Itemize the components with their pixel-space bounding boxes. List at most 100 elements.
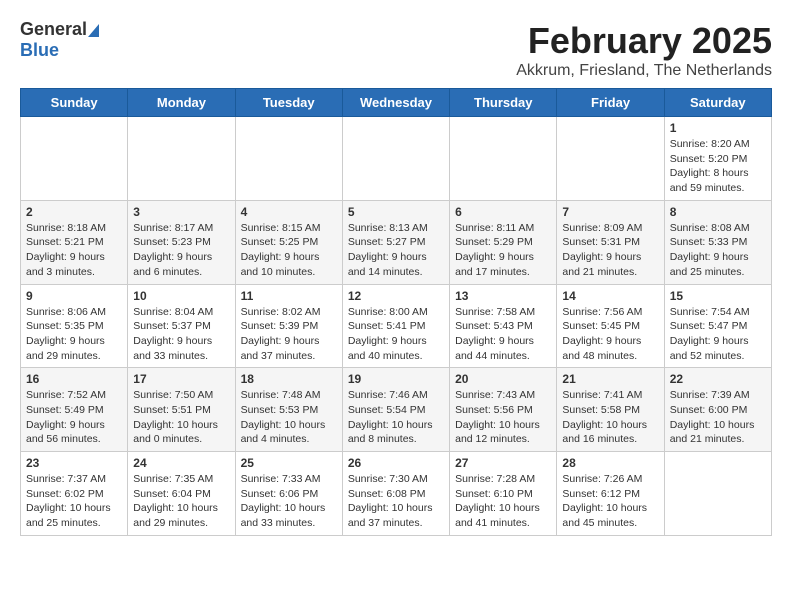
day-info: Sunrise: 7:41 AM Sunset: 5:58 PM Dayligh… bbox=[562, 388, 658, 447]
calendar-week-4: 16 Sunrise: 7:52 AM Sunset: 5:49 PM Dayli… bbox=[21, 368, 772, 452]
logo-text: General bbox=[20, 20, 99, 40]
calendar-cell: 1 Sunrise: 8:20 AM Sunset: 5:20 PM Daylig… bbox=[664, 117, 771, 201]
page-header: February 2025 Akkrum, Friesland, The Net… bbox=[20, 20, 772, 80]
day-number: 6 bbox=[455, 205, 551, 219]
calendar-cell: 25Sunrise: 7:33 AM Sunset: 6:06 PM Dayli… bbox=[235, 452, 342, 536]
day-number: 17 bbox=[133, 372, 229, 386]
logo: General Blue bbox=[20, 20, 99, 61]
day-number: 26 bbox=[348, 456, 444, 470]
calendar-cell bbox=[450, 117, 557, 201]
calendar-cell: 12 Sunrise: 8:00 AM Sunset: 5:41 PM Dayli… bbox=[342, 284, 449, 368]
day-number: 12 bbox=[348, 289, 444, 303]
day-info: Sunrise: 7:28 AM Sunset: 6:10 PM Dayligh… bbox=[455, 472, 551, 531]
day-number: 19 bbox=[348, 372, 444, 386]
day-number: 18 bbox=[241, 372, 337, 386]
day-number: 16 bbox=[26, 372, 122, 386]
day-number: 22 bbox=[670, 372, 766, 386]
day-info: Sunrise: 7:35 AM Sunset: 6:04 PM Dayligh… bbox=[133, 472, 229, 531]
calendar-cell: 13 Sunrise: 7:58 AM Sunset: 5:43 PM Dayli… bbox=[450, 284, 557, 368]
calendar-cell: 20Sunrise: 7:43 AM Sunset: 5:56 PM Dayli… bbox=[450, 368, 557, 452]
weekday-header-friday: Friday bbox=[557, 89, 664, 117]
calendar-cell bbox=[664, 452, 771, 536]
weekday-header-monday: Monday bbox=[128, 89, 235, 117]
calendar-cell: 21 Sunrise: 7:41 AM Sunset: 5:58 PM Dayli… bbox=[557, 368, 664, 452]
day-info: Sunrise: 7:39 AM Sunset: 6:00 PM Dayligh… bbox=[670, 388, 766, 447]
calendar-cell: 17 Sunrise: 7:50 AM Sunset: 5:51 PM Dayli… bbox=[128, 368, 235, 452]
calendar-cell: 14 Sunrise: 7:56 AM Sunset: 5:45 PM Dayli… bbox=[557, 284, 664, 368]
calendar-cell: 18Sunrise: 7:48 AM Sunset: 5:53 PM Dayli… bbox=[235, 368, 342, 452]
day-number: 2 bbox=[26, 205, 122, 219]
page-subtitle: Akkrum, Friesland, The Netherlands bbox=[20, 62, 772, 80]
day-number: 15 bbox=[670, 289, 766, 303]
calendar-cell bbox=[342, 117, 449, 201]
weekday-header-saturday: Saturday bbox=[664, 89, 771, 117]
day-info: Sunrise: 8:17 AM Sunset: 5:23 PM Dayligh… bbox=[133, 221, 229, 280]
day-number: 23 bbox=[26, 456, 122, 470]
calendar-cell: 10 Sunrise: 8:04 AM Sunset: 5:37 PM Dayli… bbox=[128, 284, 235, 368]
day-number: 27 bbox=[455, 456, 551, 470]
day-info: Sunrise: 8:20 AM Sunset: 5:20 PM Dayligh… bbox=[670, 137, 766, 196]
day-number: 4 bbox=[241, 205, 337, 219]
day-number: 24 bbox=[133, 456, 229, 470]
calendar-cell: 2 Sunrise: 8:18 AM Sunset: 5:21 PM Daylig… bbox=[21, 200, 128, 284]
calendar-cell: 8Sunrise: 8:08 AM Sunset: 5:33 PM Daylig… bbox=[664, 200, 771, 284]
day-info: Sunrise: 8:04 AM Sunset: 5:37 PM Dayligh… bbox=[133, 305, 229, 364]
calendar-cell: 9 Sunrise: 8:06 AM Sunset: 5:35 PM Daylig… bbox=[21, 284, 128, 368]
calendar-cell: 24 Sunrise: 7:35 AM Sunset: 6:04 PM Dayli… bbox=[128, 452, 235, 536]
weekday-header-row: SundayMondayTuesdayWednesdayThursdayFrid… bbox=[21, 89, 772, 117]
calendar-week-1: 1 Sunrise: 8:20 AM Sunset: 5:20 PM Daylig… bbox=[21, 117, 772, 201]
day-number: 3 bbox=[133, 205, 229, 219]
day-number: 10 bbox=[133, 289, 229, 303]
day-info: Sunrise: 7:54 AM Sunset: 5:47 PM Dayligh… bbox=[670, 305, 766, 364]
calendar-cell: 5 Sunrise: 8:13 AM Sunset: 5:27 PM Daylig… bbox=[342, 200, 449, 284]
day-info: Sunrise: 8:15 AM Sunset: 5:25 PM Dayligh… bbox=[241, 221, 337, 280]
day-info: Sunrise: 8:09 AM Sunset: 5:31 PM Dayligh… bbox=[562, 221, 658, 280]
day-info: Sunrise: 7:56 AM Sunset: 5:45 PM Dayligh… bbox=[562, 305, 658, 364]
day-number: 13 bbox=[455, 289, 551, 303]
calendar-cell bbox=[128, 117, 235, 201]
day-info: Sunrise: 7:43 AM Sunset: 5:56 PM Dayligh… bbox=[455, 388, 551, 447]
day-info: Sunrise: 8:13 AM Sunset: 5:27 PM Dayligh… bbox=[348, 221, 444, 280]
day-info: Sunrise: 7:46 AM Sunset: 5:54 PM Dayligh… bbox=[348, 388, 444, 447]
day-number: 1 bbox=[670, 121, 766, 135]
calendar-cell: 22 Sunrise: 7:39 AM Sunset: 6:00 PM Dayli… bbox=[664, 368, 771, 452]
calendar-cell bbox=[21, 117, 128, 201]
calendar-table: SundayMondayTuesdayWednesdayThursdayFrid… bbox=[20, 88, 772, 536]
logo-blue-text: Blue bbox=[20, 40, 59, 61]
calendar-cell: 28 Sunrise: 7:26 AM Sunset: 6:12 PM Dayli… bbox=[557, 452, 664, 536]
calendar-cell: 3 Sunrise: 8:17 AM Sunset: 5:23 PM Daylig… bbox=[128, 200, 235, 284]
calendar-cell: 7 Sunrise: 8:09 AM Sunset: 5:31 PM Daylig… bbox=[557, 200, 664, 284]
calendar-cell: 15 Sunrise: 7:54 AM Sunset: 5:47 PM Dayli… bbox=[664, 284, 771, 368]
weekday-header-wednesday: Wednesday bbox=[342, 89, 449, 117]
weekday-header-tuesday: Tuesday bbox=[235, 89, 342, 117]
calendar-cell: 23 Sunrise: 7:37 AM Sunset: 6:02 PM Dayli… bbox=[21, 452, 128, 536]
day-info: Sunrise: 7:37 AM Sunset: 6:02 PM Dayligh… bbox=[26, 472, 122, 531]
day-info: Sunrise: 7:58 AM Sunset: 5:43 PM Dayligh… bbox=[455, 305, 551, 364]
day-info: Sunrise: 8:18 AM Sunset: 5:21 PM Dayligh… bbox=[26, 221, 122, 280]
day-info: Sunrise: 7:50 AM Sunset: 5:51 PM Dayligh… bbox=[133, 388, 229, 447]
calendar-week-3: 9 Sunrise: 8:06 AM Sunset: 5:35 PM Daylig… bbox=[21, 284, 772, 368]
day-info: Sunrise: 7:33 AM Sunset: 6:06 PM Dayligh… bbox=[241, 472, 337, 531]
calendar-week-2: 2 Sunrise: 8:18 AM Sunset: 5:21 PM Daylig… bbox=[21, 200, 772, 284]
day-info: Sunrise: 8:06 AM Sunset: 5:35 PM Dayligh… bbox=[26, 305, 122, 364]
day-number: 9 bbox=[26, 289, 122, 303]
day-number: 21 bbox=[562, 372, 658, 386]
day-number: 28 bbox=[562, 456, 658, 470]
day-info: Sunrise: 7:52 AM Sunset: 5:49 PM Dayligh… bbox=[26, 388, 122, 447]
calendar-cell: 16 Sunrise: 7:52 AM Sunset: 5:49 PM Dayli… bbox=[21, 368, 128, 452]
day-number: 7 bbox=[562, 205, 658, 219]
day-number: 11 bbox=[241, 289, 337, 303]
calendar-cell: 6 Sunrise: 8:11 AM Sunset: 5:29 PM Daylig… bbox=[450, 200, 557, 284]
calendar-cell: 4 Sunrise: 8:15 AM Sunset: 5:25 PM Daylig… bbox=[235, 200, 342, 284]
calendar-cell: 26 Sunrise: 7:30 AM Sunset: 6:08 PM Dayli… bbox=[342, 452, 449, 536]
day-info: Sunrise: 7:30 AM Sunset: 6:08 PM Dayligh… bbox=[348, 472, 444, 531]
day-number: 5 bbox=[348, 205, 444, 219]
calendar-cell: 11 Sunrise: 8:02 AM Sunset: 5:39 PM Dayli… bbox=[235, 284, 342, 368]
day-info: Sunrise: 8:02 AM Sunset: 5:39 PM Dayligh… bbox=[241, 305, 337, 364]
day-info: Sunrise: 7:26 AM Sunset: 6:12 PM Dayligh… bbox=[562, 472, 658, 531]
day-info: Sunrise: 8:00 AM Sunset: 5:41 PM Dayligh… bbox=[348, 305, 444, 364]
calendar-cell: 19 Sunrise: 7:46 AM Sunset: 5:54 PM Dayli… bbox=[342, 368, 449, 452]
weekday-header-thursday: Thursday bbox=[450, 89, 557, 117]
day-info: Sunrise: 8:11 AM Sunset: 5:29 PM Dayligh… bbox=[455, 221, 551, 280]
day-number: 14 bbox=[562, 289, 658, 303]
